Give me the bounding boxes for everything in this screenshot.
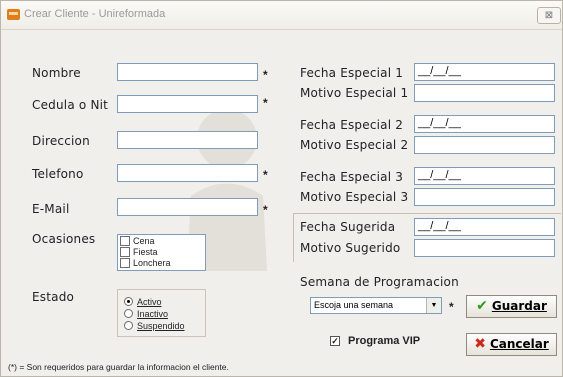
- radio-selected-icon[interactable]: [124, 297, 133, 307]
- fecha-especial-2-field[interactable]: __/__/__: [414, 115, 555, 133]
- motivo-especial-1-label: Motivo Especial 1: [300, 86, 409, 100]
- nombre-label: Nombre: [32, 66, 81, 80]
- radio-icon[interactable]: [124, 309, 133, 319]
- telefono-field[interactable]: [117, 164, 258, 182]
- motivo-especial-2-field[interactable]: [414, 136, 555, 154]
- motivo-especial-3-field[interactable]: [414, 188, 555, 206]
- nombre-required-mark: *: [263, 68, 268, 82]
- guardar-button[interactable]: ✔ Guardar: [466, 295, 557, 318]
- nombre-field[interactable]: [117, 63, 258, 81]
- email-required-mark: *: [263, 203, 268, 217]
- motivo-sugerido-label: Motivo Sugerido: [300, 241, 401, 255]
- fecha-especial-2-label: Fecha Especial 2: [300, 118, 404, 132]
- close-button[interactable]: ⊠: [537, 7, 561, 24]
- app-icon: [7, 9, 20, 20]
- fecha-especial-3-label: Fecha Especial 3: [300, 170, 404, 184]
- checkbox-icon[interactable]: [120, 235, 130, 246]
- cedula-label: Cedula o Nit: [32, 98, 109, 112]
- fecha-especial-3-field[interactable]: __/__/__: [414, 167, 555, 185]
- dropdown-arrow-icon[interactable]: ▼: [426, 298, 441, 313]
- checkbox-icon[interactable]: [120, 257, 130, 268]
- checkbox-checked-icon[interactable]: ✓: [330, 336, 340, 346]
- email-label: E-Mail: [32, 202, 70, 216]
- fecha-especial-1-field[interactable]: __/__/__: [414, 63, 555, 81]
- semana-select[interactable]: Escoja una semana ▼: [310, 297, 442, 314]
- estado-inactivo[interactable]: Inactivo: [124, 309, 168, 320]
- motivo-especial-3-label: Motivo Especial 3: [300, 190, 409, 204]
- fecha-sugerida-label: Fecha Sugerida: [300, 220, 396, 234]
- crear-cliente-window: Crear Cliente - Unireformada ⊠ Nombre * …: [0, 0, 563, 377]
- direccion-label: Direccion: [32, 134, 90, 148]
- motivo-especial-2-label: Motivo Especial 2: [300, 138, 409, 152]
- estado-label: Estado: [32, 290, 75, 304]
- window-title: Crear Cliente - Unireformada: [24, 8, 166, 20]
- title-bar[interactable]: Crear Cliente - Unireformada ⊠: [1, 1, 562, 30]
- telefono-label: Telefono: [32, 167, 84, 181]
- ocasion-fiesta[interactable]: Fiesta: [120, 246, 158, 258]
- direccion-field[interactable]: [117, 131, 258, 149]
- ocasion-lonchera[interactable]: Lonchera: [120, 257, 171, 269]
- fecha-sugerida-field[interactable]: __/__/__: [414, 218, 555, 236]
- radio-icon[interactable]: [124, 321, 133, 331]
- semana-required-mark: *: [449, 300, 454, 314]
- ocasiones-list: Cena Fiesta Lonchera: [117, 234, 206, 271]
- email-field[interactable]: [117, 198, 258, 216]
- programa-vip-checkbox[interactable]: ✓ Programa VIP: [330, 335, 420, 347]
- cedula-required-mark: *: [263, 96, 268, 110]
- semana-programacion-label: Semana de Programacion: [300, 275, 459, 289]
- checkmark-icon: ✔: [476, 298, 488, 314]
- estado-radio-group: Activo Inactivo Suspendido: [117, 289, 206, 337]
- ocasiones-label: Ocasiones: [32, 232, 96, 246]
- ocasion-cena[interactable]: Cena: [120, 235, 155, 247]
- cedula-field[interactable]: [117, 95, 258, 113]
- close-x-icon: ✖: [474, 336, 486, 352]
- motivo-especial-1-field[interactable]: [414, 84, 555, 102]
- telefono-required-mark: *: [263, 168, 268, 182]
- fecha-especial-1-label: Fecha Especial 1: [300, 66, 404, 80]
- required-footnote: (*) = Son requeridos para guardar la inf…: [8, 362, 229, 372]
- cancelar-button[interactable]: ✖ Cancelar: [466, 333, 557, 356]
- estado-activo[interactable]: Activo: [124, 297, 162, 308]
- estado-suspendido[interactable]: Suspendido: [124, 321, 185, 332]
- motivo-sugerido-field[interactable]: [414, 239, 555, 257]
- checkbox-icon[interactable]: [120, 246, 130, 257]
